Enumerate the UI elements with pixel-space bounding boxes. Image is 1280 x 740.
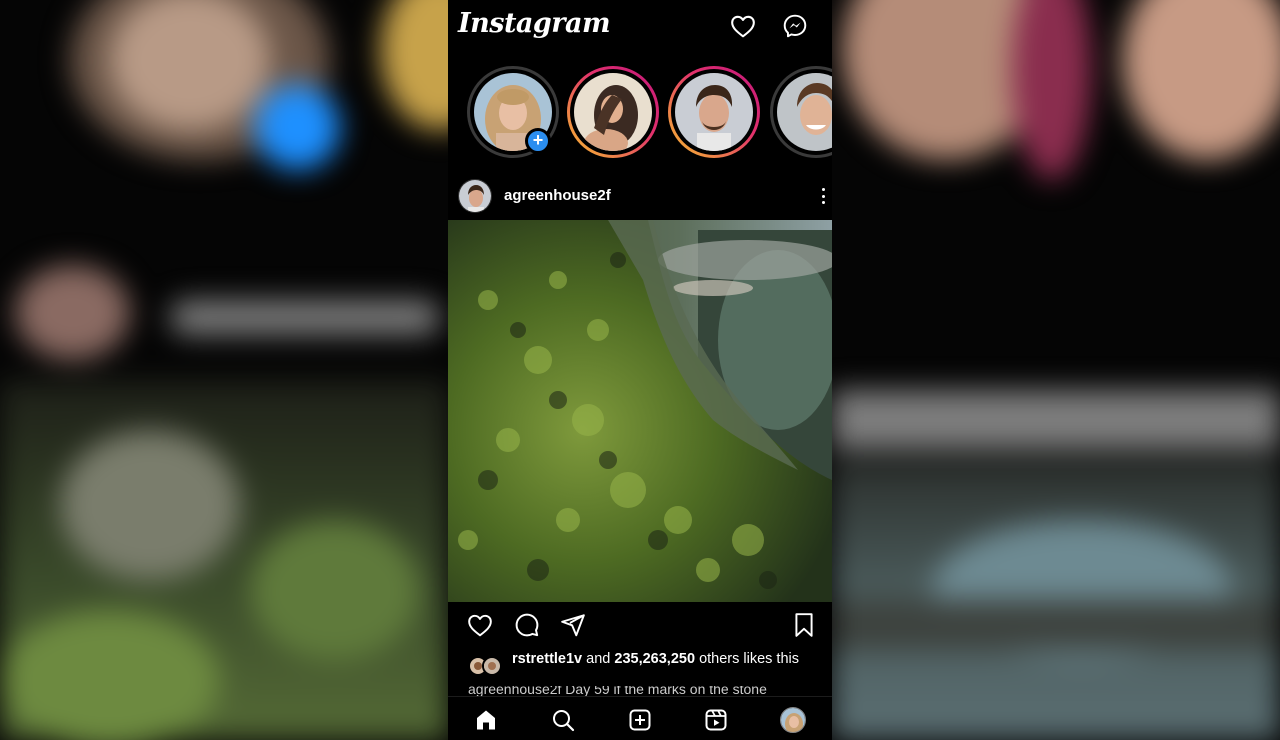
stories-tray: + [448,62,832,162]
top-bar: Instagram [448,0,832,54]
likes-count[interactable]: 235,263,250 [614,651,695,667]
post-caption-text: agreenhouse2f Day 59 if the marks on the… [468,686,767,696]
profile-avatar[interactable] [779,707,807,733]
likes-suffix: others likes this [699,651,799,667]
post-actions [448,606,832,644]
liker-avatar [482,656,502,676]
add-post-icon[interactable] [626,707,654,733]
reels-icon[interactable] [702,707,730,733]
bookmark-icon[interactable] [789,610,819,640]
add-story-badge[interactable]: + [525,128,551,154]
post-image[interactable] [448,220,832,602]
messenger-icon[interactable] [781,12,809,40]
liker-avatars [468,656,508,676]
share-icon[interactable] [558,610,588,640]
heart-icon[interactable] [465,610,495,640]
bottom-nav [448,696,832,740]
post-caption[interactable]: agreenhouse2f Day 59 if the marks on the… [468,686,828,696]
blurred-backdrop-right [832,0,1280,740]
heart-icon[interactable] [729,12,757,40]
likes-connector: and [586,651,611,667]
comment-icon[interactable] [512,610,542,640]
search-icon[interactable] [549,707,577,733]
blurred-backdrop-left [0,0,448,740]
instagram-feed-screen: Instagram + agreenhouse2f rstrettle1v an… [448,0,832,740]
post-header: agreenhouse2f [448,176,832,216]
story-your-story[interactable]: + [467,66,559,158]
story-avatar [574,73,652,151]
story-avatar [675,73,753,151]
instagram-logo[interactable]: Instagram [458,8,611,39]
post-username[interactable]: agreenhouse2f [504,187,611,204]
post-author-avatar[interactable] [458,179,492,213]
story-item[interactable] [668,66,760,158]
first-liker-username[interactable]: rstrettle1v [512,651,582,667]
home-icon[interactable] [472,707,500,733]
story-item[interactable] [567,66,659,158]
story-item[interactable] [770,66,832,158]
more-vertical-icon[interactable] [818,186,828,206]
